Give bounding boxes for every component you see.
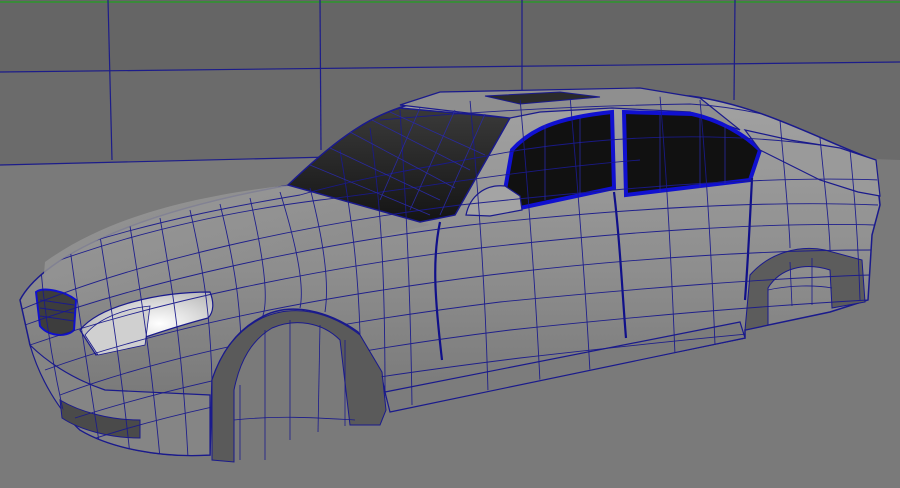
viewport-canvas[interactable] (0, 0, 900, 488)
3d-viewport[interactable] (0, 0, 900, 488)
